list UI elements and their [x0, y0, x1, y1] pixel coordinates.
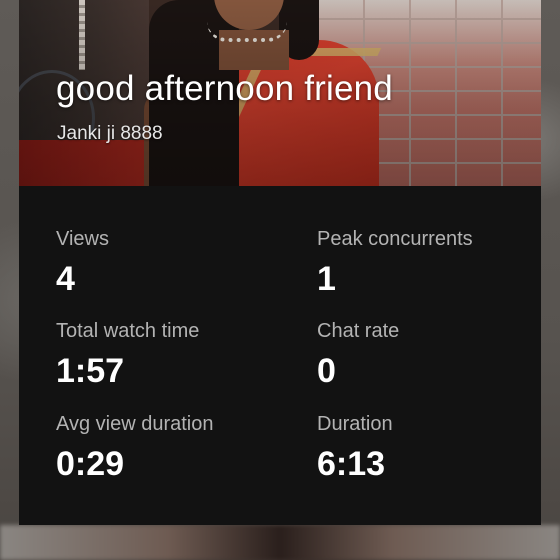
- stat-avg-view-duration: Avg view duration 0:29: [56, 413, 214, 484]
- stat-value: 6:13: [317, 445, 386, 483]
- stat-value: 0: [317, 352, 336, 390]
- video-thumbnail[interactable]: good afternoon friend Janki ji 8888: [19, 0, 541, 186]
- stat-value: 1:57: [56, 352, 125, 390]
- video-title: good afternoon friend: [56, 69, 393, 108]
- stat-label: Avg view duration: [56, 413, 214, 435]
- stat-views: Views 4: [56, 228, 109, 299]
- background-video-peek: [0, 525, 560, 560]
- stat-value: 1: [317, 260, 336, 298]
- stat-label: Chat rate: [317, 320, 400, 342]
- stat-label: Total watch time: [56, 320, 200, 342]
- stat-value: 4: [56, 260, 75, 298]
- stream-summary-card: good afternoon friend Janki ji 8888 View…: [19, 0, 541, 525]
- stat-label: Views: [56, 228, 109, 250]
- stat-label: Duration: [317, 413, 393, 435]
- stat-duration: Duration 6:13: [317, 413, 393, 484]
- stat-chat-rate: Chat rate 0: [317, 320, 399, 391]
- channel-name: Janki ji 8888: [57, 123, 163, 144]
- stat-total-watch-time: Total watch time 1:57: [56, 320, 199, 391]
- stat-label: Peak concurrents: [317, 228, 473, 250]
- stat-peak-concurrents: Peak concurrents 1: [317, 228, 473, 299]
- stat-value: 0:29: [56, 445, 125, 483]
